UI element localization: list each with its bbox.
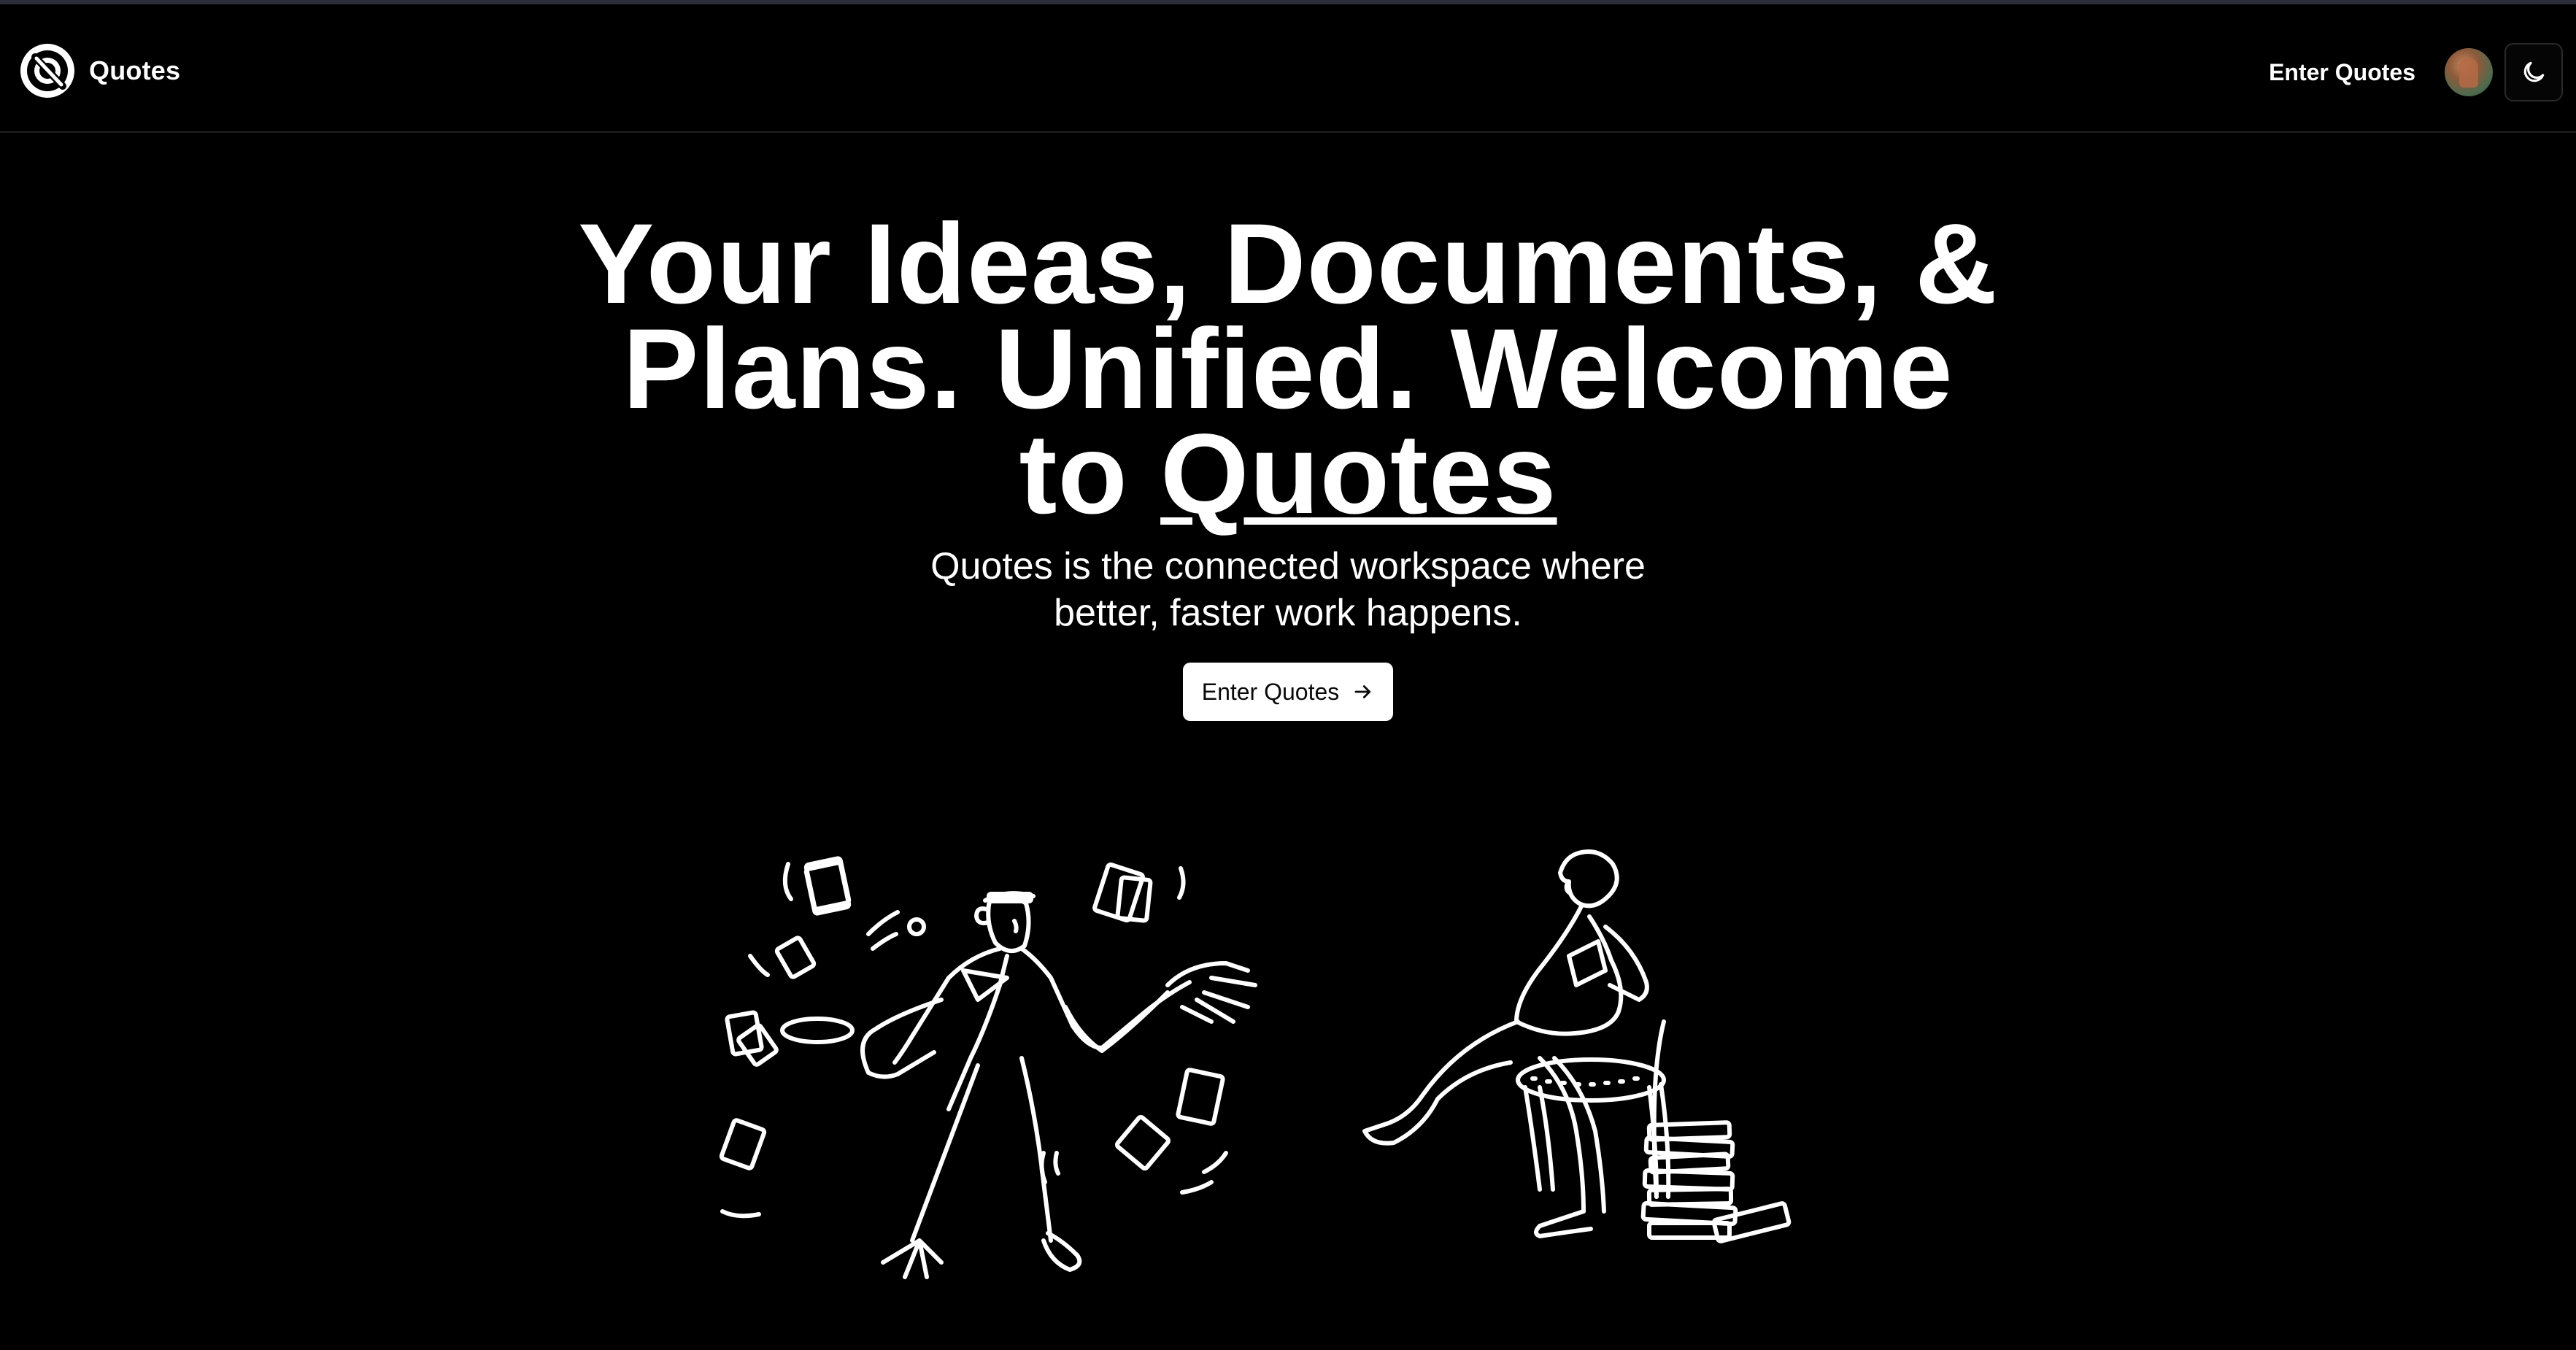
hero-subtitle: Quotes is the connected workspace where … xyxy=(887,543,1689,636)
brand-home-link[interactable]: Quotes xyxy=(18,41,180,101)
hero-subtitle-line-2: better, faster work happens. xyxy=(1054,592,1522,634)
arrow-right-icon xyxy=(1354,685,1371,698)
enter-quotes-nav-link[interactable]: Enter Quotes xyxy=(2269,59,2415,86)
hero-subtitle-line-1: Quotes is the connected workspace where xyxy=(930,545,1646,587)
enter-quotes-button[interactable]: Enter Quotes xyxy=(1183,663,1393,721)
quotes-logo-icon xyxy=(20,44,74,98)
hero-title-brand: Quotes xyxy=(1160,411,1557,538)
moon-icon xyxy=(2523,61,2545,82)
site-header: Quotes Enter Quotes xyxy=(0,4,2576,133)
hero-title-to: to xyxy=(1019,411,1128,538)
papers-juggler-illustration xyxy=(719,856,1257,1279)
hero-section: Your Ideas, Documents, & Plans. Unified.… xyxy=(0,207,2576,721)
enter-quotes-button-label: Enter Quotes xyxy=(1201,678,1340,705)
hero-title: Your Ideas, Documents, & Plans. Unified.… xyxy=(558,207,2018,531)
brand-name: Quotes xyxy=(89,55,181,85)
reading-woman-illustration xyxy=(1362,849,1792,1243)
user-avatar[interactable] xyxy=(2445,48,2493,96)
theme-toggle-button[interactable] xyxy=(2504,43,2563,101)
header-actions: Enter Quotes xyxy=(2269,41,2563,104)
